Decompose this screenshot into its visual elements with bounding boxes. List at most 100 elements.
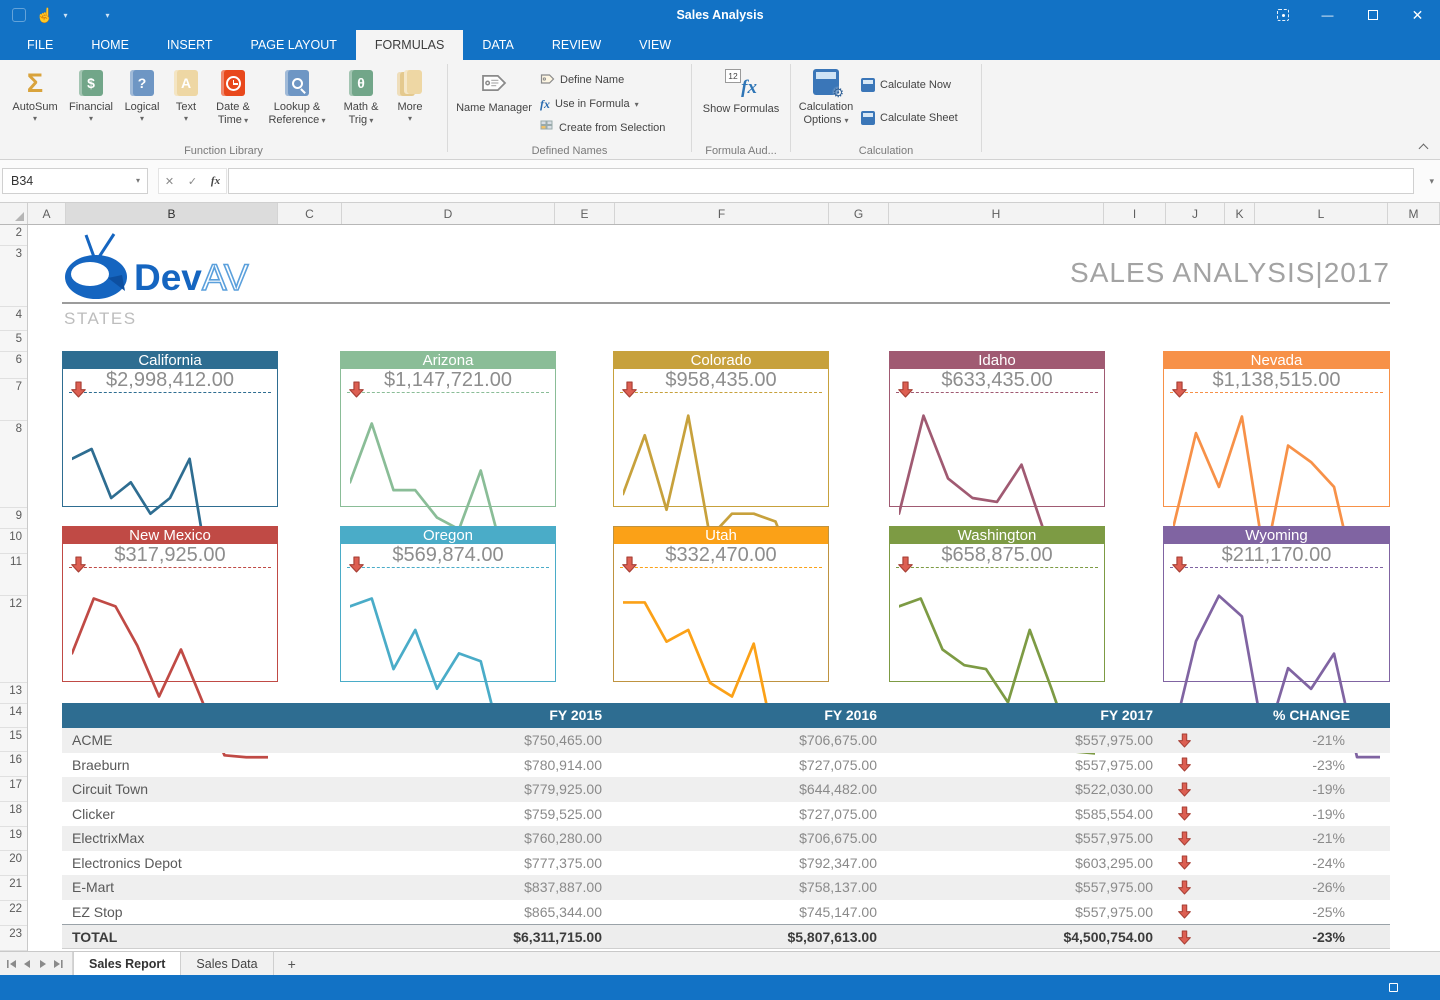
change-arrow-cell xyxy=(1153,806,1215,821)
row-header-6[interactable]: 6 xyxy=(0,352,27,379)
column-header-m[interactable]: M xyxy=(1388,203,1440,224)
row-header-20[interactable]: 20 xyxy=(0,851,27,876)
row-header-15[interactable]: 15 xyxy=(0,728,27,752)
row-header-9[interactable]: 9 xyxy=(0,508,27,529)
formula-input[interactable] xyxy=(228,168,1414,194)
column-header-h[interactable]: H xyxy=(889,203,1104,224)
logical-button[interactable]: ?Logical▾ xyxy=(118,66,166,123)
column-header-g[interactable]: G xyxy=(829,203,889,224)
row-header-3[interactable]: 3 xyxy=(0,246,27,307)
minimize-button[interactable]: — xyxy=(1305,0,1350,30)
row-header-19[interactable]: 19 xyxy=(0,827,27,851)
row-header-12[interactable]: 12 xyxy=(0,596,27,683)
ribbon-tab-file[interactable]: FILE xyxy=(8,30,72,60)
down-arrow-icon xyxy=(1178,831,1191,846)
column-header-j[interactable]: J xyxy=(1166,203,1225,224)
company-name: Braeburn xyxy=(62,753,340,778)
more-button[interactable]: More▾ xyxy=(388,66,432,123)
ribbon-display-options-button[interactable] xyxy=(1260,0,1305,30)
row-header-4[interactable]: 4 xyxy=(0,307,27,331)
select-all-corner[interactable] xyxy=(0,203,28,224)
ribbon-tab-insert[interactable]: INSERT xyxy=(148,30,232,60)
row-header-8[interactable]: 8 xyxy=(0,421,27,508)
maximize-button[interactable] xyxy=(1350,0,1395,30)
company-name: ACME xyxy=(62,728,340,753)
calculate-now-button[interactable]: Calculate Now xyxy=(861,74,958,96)
worksheet-content: Dev AV SALES ANALYSIS|2017 STATES Califo… xyxy=(28,225,1440,951)
qat-customize-dropdown-icon[interactable]: ▾ xyxy=(105,11,109,20)
column-header-a[interactable]: A xyxy=(28,203,66,224)
cell-percent-change: -25% xyxy=(1215,900,1390,925)
financial-button[interactable]: $Financial▾ xyxy=(64,66,118,123)
cell-fy2015: $777,375.00 xyxy=(340,851,602,876)
column-header-b[interactable]: B xyxy=(66,203,278,224)
column-header-i[interactable]: I xyxy=(1104,203,1166,224)
row-header-5[interactable]: 5 xyxy=(0,331,27,352)
touch-mode-icon[interactable]: ☝ xyxy=(36,8,53,22)
lookup-reference-icon xyxy=(285,68,309,98)
row-header-23[interactable]: 23 xyxy=(0,926,27,951)
column-header-f[interactable]: F xyxy=(615,203,829,224)
calculation-options-button[interactable]: Calculation Options ▾ xyxy=(791,64,861,129)
date-time-button[interactable]: Date &Time ▾ xyxy=(206,66,260,127)
row-header-16[interactable]: 16 xyxy=(0,752,27,777)
name-box[interactable]: B34▾ xyxy=(2,168,148,194)
autosum-button[interactable]: ΣAutoSum▾ xyxy=(6,66,64,123)
calculate-sheet-button[interactable]: Calculate Sheet xyxy=(861,107,958,129)
collapse-ribbon-icon[interactable] xyxy=(1420,143,1428,151)
sales-table: FY 2015FY 2016FY 2017% CHANGEACME$750,46… xyxy=(62,703,1390,949)
state-card-california: California$2,998,412.00 xyxy=(62,351,278,507)
ribbon-tab-data[interactable]: DATA xyxy=(463,30,532,60)
ribbon-tab-home[interactable]: HOME xyxy=(72,30,148,60)
cancel-icon[interactable]: ✕ xyxy=(159,175,180,188)
show-formulas-button[interactable]: 12fx Show Formulas xyxy=(692,64,790,116)
column-header-e[interactable]: E xyxy=(555,203,615,224)
row-header-14[interactable]: 14 xyxy=(0,704,27,728)
ribbon-tab-view[interactable]: VIEW xyxy=(620,30,690,60)
row-header-21[interactable]: 21 xyxy=(0,876,27,901)
window-controls: — ✕ xyxy=(1260,0,1440,30)
state-card-washington: Washington$658,875.00 xyxy=(889,526,1105,682)
sheet-nav-buttons[interactable] xyxy=(0,952,73,975)
column-header-fy-2016: FY 2016 xyxy=(602,703,877,728)
company-name: E-Mart xyxy=(62,875,340,900)
formula-bar-expand-icon[interactable]: ▾ xyxy=(1429,176,1434,187)
sheet-tab-sales-data[interactable]: Sales Data xyxy=(181,952,273,975)
insert-function-icon[interactable]: fx xyxy=(205,175,226,187)
row-header-2[interactable]: 2 xyxy=(0,225,27,246)
lookup-reference-button[interactable]: Lookup &Reference ▾ xyxy=(260,66,334,127)
use-in-formula-button[interactable]: fxUse in Formula▾ xyxy=(540,93,665,115)
down-arrow-icon xyxy=(1178,930,1191,945)
row-header-13[interactable]: 13 xyxy=(0,683,27,704)
name-manager-button[interactable]: Name Manager xyxy=(448,62,540,139)
create-from-selection-button[interactable]: Create from Selection xyxy=(540,117,665,139)
state-card-value-row: $1,138,515.00 xyxy=(1164,369,1389,392)
column-header-d[interactable]: D xyxy=(342,203,555,224)
text-button[interactable]: AText▾ xyxy=(166,66,206,123)
ribbon-tab-review[interactable]: REVIEW xyxy=(533,30,620,60)
cell-fy2016: $644,482.00 xyxy=(602,777,877,802)
row-header-17[interactable]: 17 xyxy=(0,777,27,802)
row-header-10[interactable]: 10 xyxy=(0,529,27,554)
ribbon-tab-formulas[interactable]: FORMULAS xyxy=(356,30,463,60)
enter-icon[interactable]: ✓ xyxy=(182,175,203,188)
column-header-k[interactable]: K xyxy=(1225,203,1255,224)
define-name-button[interactable]: Define Name xyxy=(540,69,665,91)
sheet-tab-sales-report[interactable]: Sales Report xyxy=(73,952,181,975)
name-box-dropdown-icon[interactable]: ▾ xyxy=(136,169,140,193)
svg-text:Dev: Dev xyxy=(134,257,202,298)
row-header-18[interactable]: 18 xyxy=(0,802,27,827)
row-header-22[interactable]: 22 xyxy=(0,901,27,926)
ribbon-tab-page-layout[interactable]: PAGE LAYOUT xyxy=(232,30,356,60)
row-header-11[interactable]: 11 xyxy=(0,554,27,596)
math-trig-button[interactable]: θMath &Trig ▾ xyxy=(334,66,388,127)
column-header-c[interactable]: C xyxy=(278,203,342,224)
row-header-7[interactable]: 7 xyxy=(0,379,27,421)
cell-fy2017: $557,975.00 xyxy=(877,875,1153,900)
down-arrow-icon xyxy=(349,556,364,578)
close-button[interactable]: ✕ xyxy=(1395,0,1440,30)
touch-mode-dropdown-icon[interactable]: ▾ xyxy=(63,11,67,20)
column-header-l[interactable]: L xyxy=(1255,203,1388,224)
add-sheet-button[interactable]: + xyxy=(274,952,310,975)
down-arrow-icon xyxy=(1172,381,1187,403)
